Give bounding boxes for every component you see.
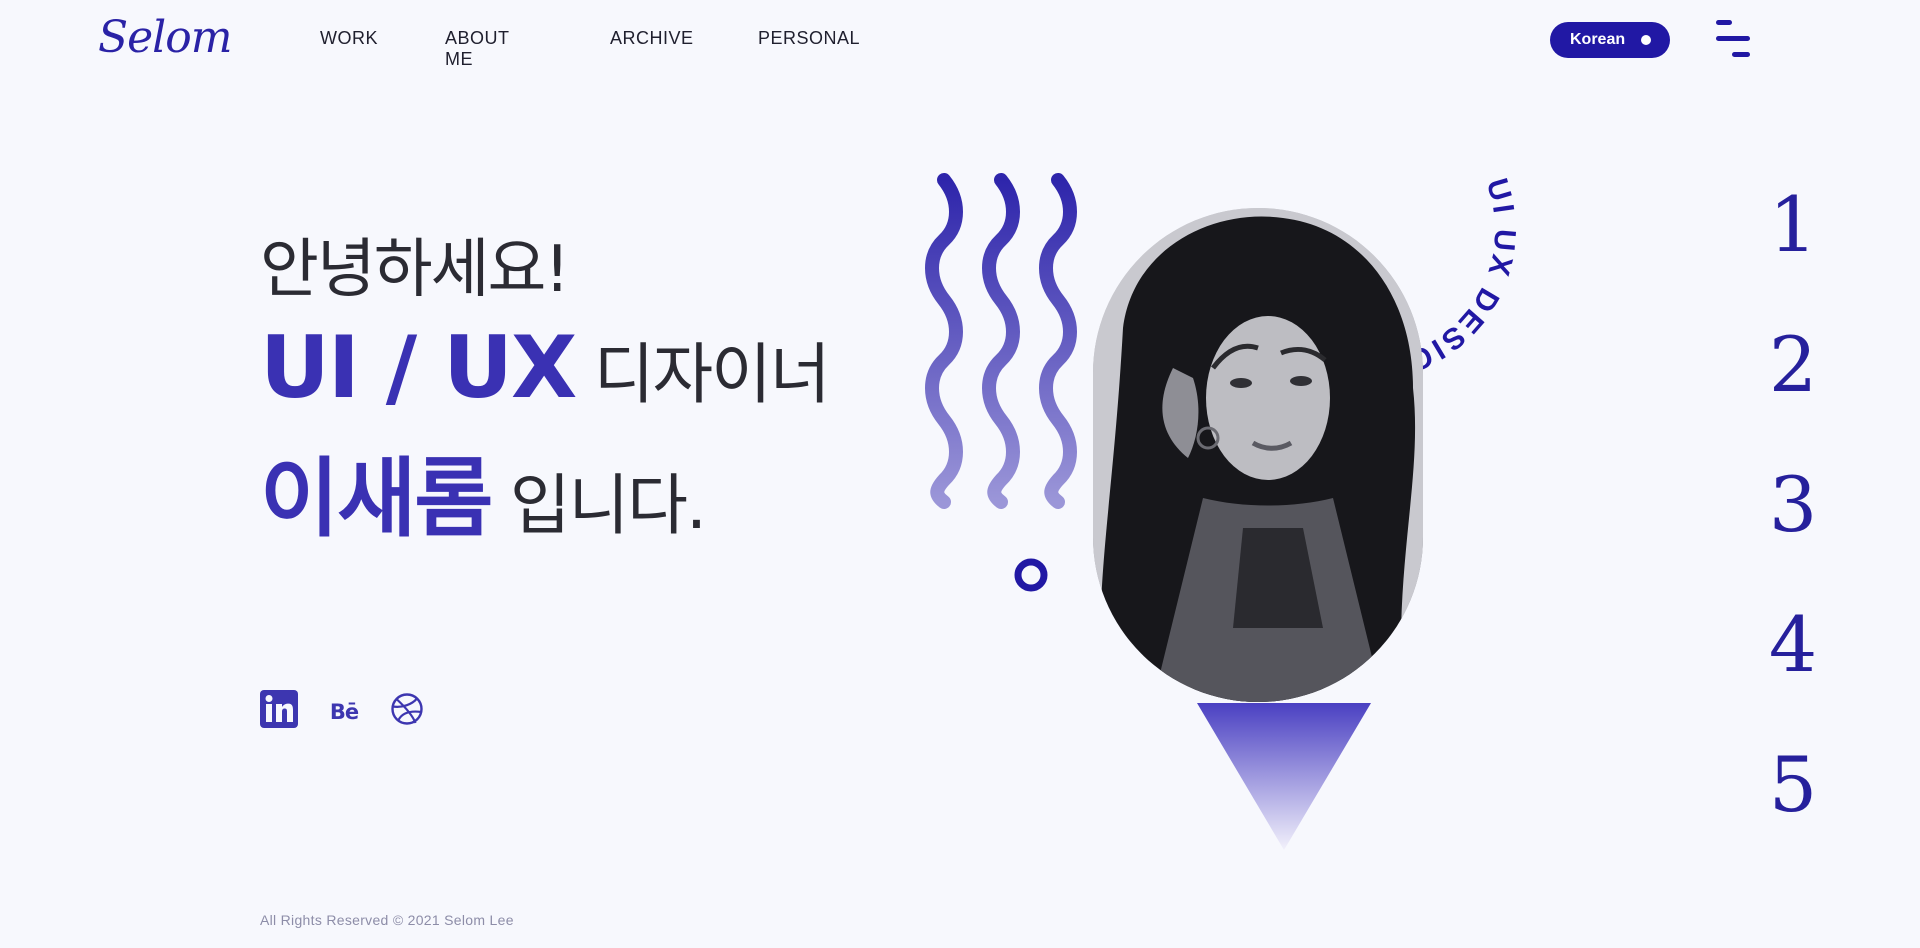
role-line: UI / UX 디자이너 — [260, 318, 831, 418]
section-pager: 1 2 3 4 5 — [1758, 170, 1828, 870]
role-highlight: UI / UX — [260, 318, 577, 418]
portrait-photo — [1093, 208, 1423, 702]
behance-icon[interactable]: Bē — [326, 700, 362, 724]
nav-personal[interactable]: PERSONAL — [758, 28, 860, 70]
page: Selom WORK ABOUT ME ARCHIVE PERSONAL Kor… — [0, 0, 1920, 948]
name-line: 이새롬 입니다. — [260, 428, 707, 553]
language-label: Korean — [1570, 31, 1626, 48]
name-suffix: 입니다. — [509, 467, 707, 544]
linkedin-icon[interactable] — [260, 690, 298, 733]
social-links: Bē — [260, 690, 452, 733]
dribbble-icon[interactable] — [390, 692, 424, 731]
greeting-heading: 안녕하세요! — [260, 233, 570, 307]
toggle-dot-icon — [1641, 35, 1651, 45]
main-nav: WORK ABOUT ME ARCHIVE PERSONAL — [320, 28, 930, 70]
pager-item-4[interactable]: 4 — [1758, 590, 1828, 730]
wave-lines — [925, 173, 1077, 509]
triangle-shape — [1197, 703, 1371, 850]
nav-about-me[interactable]: ABOUT ME — [445, 28, 540, 70]
ring-shape — [1014, 558, 1048, 592]
logo[interactable]: Selom — [98, 12, 232, 63]
language-toggle-button[interactable]: Korean — [1550, 22, 1670, 58]
name-highlight: 이새롬 — [260, 449, 493, 549]
pager-item-2[interactable]: 2 — [1758, 310, 1828, 450]
pager-item-1[interactable]: 1 — [1758, 170, 1828, 310]
pager-item-5[interactable]: 5 — [1758, 730, 1828, 870]
nav-archive[interactable]: ARCHIVE — [610, 28, 693, 70]
nav-work[interactable]: WORK — [320, 28, 378, 70]
pager-item-3[interactable]: 3 — [1758, 450, 1828, 590]
role-suffix: 디자이너 — [593, 336, 831, 413]
copyright-footer: All Rights Reserved © 2021 Selom Lee — [260, 912, 514, 928]
hamburger-menu-icon[interactable] — [1714, 18, 1752, 58]
